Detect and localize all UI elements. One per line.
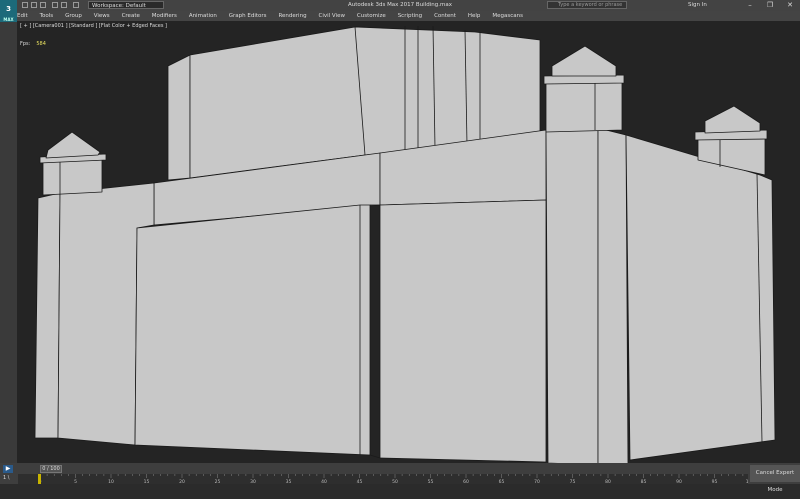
ruler-tick-label: 50 [392, 479, 398, 484]
timeline: ▶ 0 / 100 1 \ 05101520253035404550556065… [0, 463, 800, 493]
menu-animation[interactable]: Animation [189, 11, 217, 21]
center-tower-roof [551, 45, 617, 77]
menu-tools[interactable]: Tools [40, 11, 54, 21]
menu-create[interactable]: Create [122, 11, 140, 21]
ruler-tick-label: 55 [428, 479, 434, 484]
ruler-tick-label: 65 [499, 479, 505, 484]
ruler-tick-label: 20 [179, 479, 185, 484]
viewport-indicator: 1 \ [3, 475, 10, 481]
left-tower-roof [45, 131, 101, 159]
corner-pillar-front [545, 127, 599, 463]
redo-icon[interactable] [61, 2, 67, 8]
menu-megascans[interactable]: Megascans [492, 11, 523, 21]
left-wing-side [34, 192, 61, 439]
menu-civil-view[interactable]: Civil View [318, 11, 344, 21]
fps-value: 584 [36, 41, 46, 47]
ruler-tick-label: 95 [712, 479, 718, 484]
building-model [34, 25, 776, 463]
search-input[interactable]: Type a keyword or phrase [547, 1, 627, 9]
current-frame-marker[interactable] [38, 474, 41, 484]
menu-content[interactable]: Content [434, 11, 456, 21]
ruler-tick-label: 45 [357, 479, 363, 484]
app-logo-text: 3 [6, 5, 11, 13]
menu-graph-editors[interactable]: Graph Editors [229, 11, 267, 21]
title-bar: Workspace: Default Autodesk 3ds Max 2017… [0, 0, 800, 11]
menu-customize[interactable]: Customize [357, 11, 386, 21]
front-face-left [134, 204, 371, 456]
ruler-tick-label: 60 [463, 479, 469, 484]
cancel-expert-mode-button[interactable]: Cancel Expert Mode [750, 465, 800, 493]
ruler-tick-label: 25 [215, 479, 221, 484]
time-slider[interactable]: 0 / 100 [40, 465, 62, 473]
ruler-tick-label: 15 [144, 479, 150, 484]
camera-viewport[interactable]: [ + ] [Camera001 ] [Standard ] [Flat Col… [17, 21, 800, 463]
undo-icon[interactable] [52, 2, 58, 8]
menu-help[interactable]: Help [468, 11, 481, 21]
ruler-tick-label: 90 [676, 479, 682, 484]
menu-scripting[interactable]: Scripting [398, 11, 422, 21]
frame-ruler[interactable]: 0510152025303540455055606570758085909510… [18, 474, 748, 484]
save-file-icon[interactable] [40, 2, 46, 8]
ruler-tick-label: 100 [746, 479, 748, 484]
menu-group[interactable]: Group [65, 11, 82, 21]
maximize-button[interactable]: ❐ [760, 1, 780, 10]
left-tower-body [42, 159, 103, 196]
viewport-label[interactable]: [ + ] [Camera001 ] [Standard ] [Flat Col… [20, 23, 167, 29]
workspace-dropdown[interactable]: Workspace: Default [88, 1, 164, 9]
right-wing-side [625, 134, 776, 461]
menu-views[interactable]: Views [94, 11, 110, 21]
ruler-tick-label: 5 [74, 479, 77, 484]
ruler-tick-label: 40 [321, 479, 327, 484]
fps-label: Fps: [20, 41, 31, 47]
menu-edit[interactable]: Edit [17, 11, 28, 21]
new-file-icon[interactable] [22, 2, 28, 8]
ruler-tick-label: 75 [570, 479, 576, 484]
project-folder-icon[interactable] [73, 2, 79, 8]
ruler-tick-label: 80 [605, 479, 611, 484]
open-file-icon[interactable] [31, 2, 37, 8]
window-title: Autodesk 3ds Max 2017 Building.max [348, 2, 452, 8]
ruler-tick-label: 70 [534, 479, 540, 484]
upper-block-front [189, 26, 366, 179]
upper-block-left-face [167, 54, 191, 181]
corner-pillar-side [597, 127, 629, 463]
center-tower-body [545, 81, 623, 133]
right-tower-roof [704, 105, 761, 134]
play-button[interactable]: ▶ [3, 465, 13, 473]
close-button[interactable]: ✕ [780, 1, 800, 10]
ruler-tick-label: 85 [641, 479, 647, 484]
app-logo[interactable]: 3 MAX [0, 0, 17, 22]
fps-readout: Fps: 584 [20, 41, 46, 47]
left-toolbar [0, 22, 17, 463]
ruler-tick-label: 30 [250, 479, 256, 484]
front-face-right [379, 199, 547, 463]
menu-modifiers[interactable]: Modifiers [152, 11, 177, 21]
minimize-button[interactable]: – [740, 1, 760, 10]
ruler-tick-label: 35 [286, 479, 292, 484]
menu-rendering[interactable]: Rendering [278, 11, 306, 21]
ruler-tick-label: 10 [108, 479, 114, 484]
sign-in-button[interactable]: Sign In [688, 2, 707, 8]
